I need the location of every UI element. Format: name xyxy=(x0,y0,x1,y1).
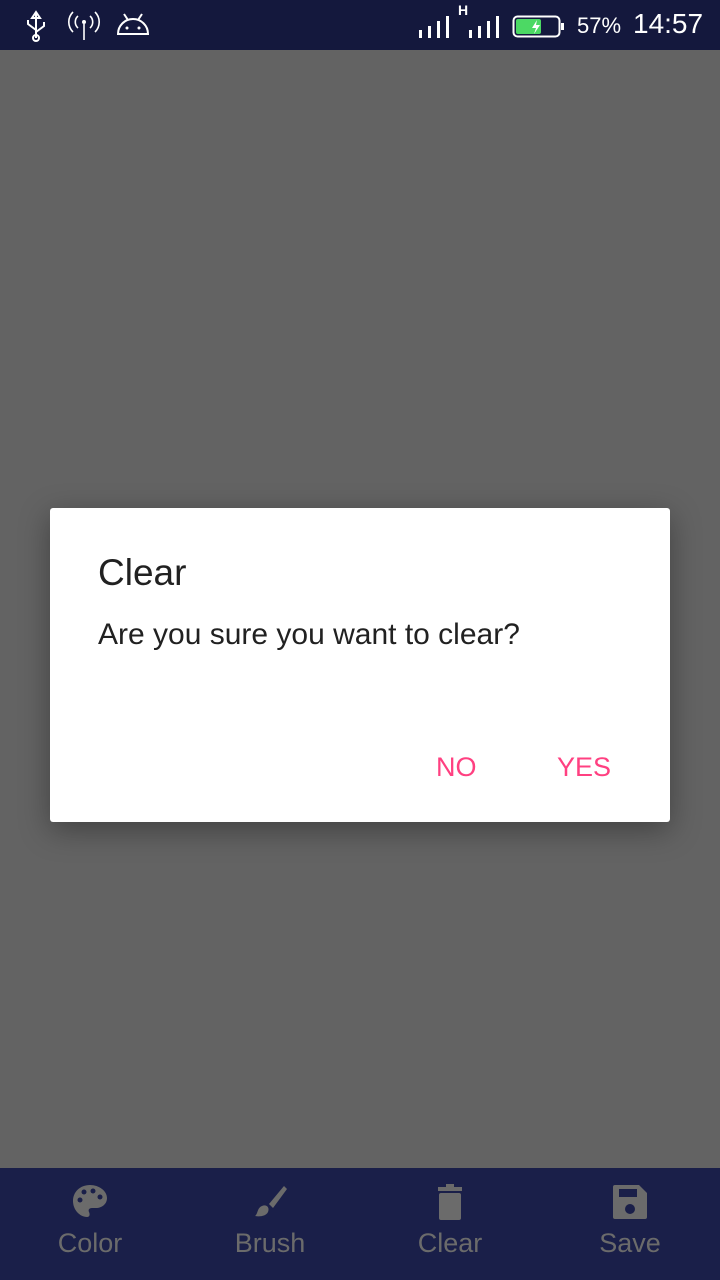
save-label: Save xyxy=(599,1228,661,1258)
yes-button[interactable]: YES xyxy=(557,752,611,783)
clear-button[interactable]: Clear xyxy=(360,1168,540,1280)
usb-icon xyxy=(27,10,45,42)
palette-icon xyxy=(73,1185,107,1217)
color-label: Color xyxy=(57,1228,123,1258)
clear-label: Clear xyxy=(417,1228,483,1258)
status-bar: H 57% 14:57 xyxy=(0,0,720,50)
clock: 14:57 xyxy=(633,8,704,39)
brush-button[interactable]: Brush xyxy=(180,1168,360,1280)
dialog-message: Are you sure you want to clear? xyxy=(98,618,520,651)
trash-icon xyxy=(438,1184,462,1220)
clear-confirm-dialog: Clear Are you sure you want to clear? NO… xyxy=(50,508,670,822)
android-debug-icon xyxy=(116,13,150,35)
brush-label: Brush xyxy=(234,1228,306,1258)
save-icon xyxy=(613,1185,647,1219)
bottom-toolbar: Color Brush Clear Save xyxy=(0,1168,720,1280)
color-button[interactable]: Color xyxy=(0,1168,180,1280)
battery-charging-icon xyxy=(512,15,564,38)
brush-icon xyxy=(255,1186,287,1217)
dialog-title: Clear xyxy=(98,552,187,593)
hotspot-icon xyxy=(68,11,100,40)
no-button[interactable]: NO xyxy=(436,752,477,783)
signal-icon-2 xyxy=(469,16,499,38)
signal-icon xyxy=(419,16,449,38)
network-type: H xyxy=(458,2,469,18)
save-button[interactable]: Save xyxy=(540,1168,720,1280)
battery-percent: 57% xyxy=(577,13,622,38)
